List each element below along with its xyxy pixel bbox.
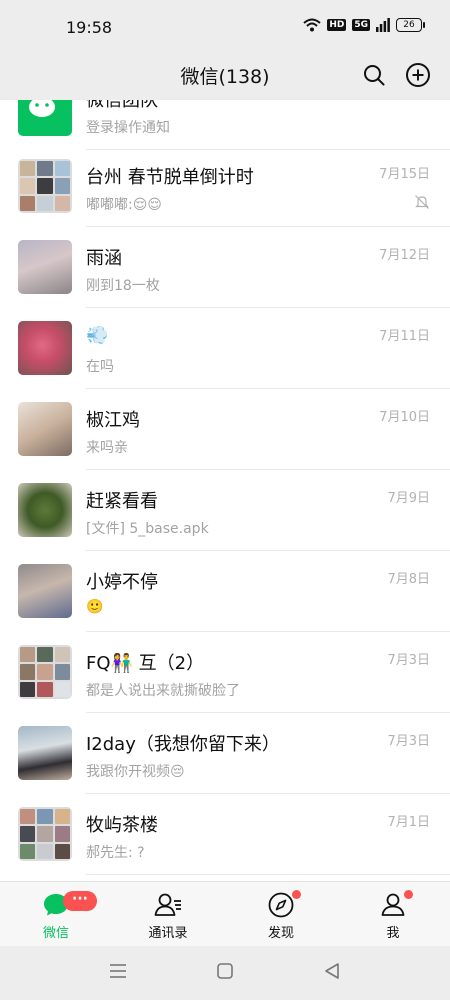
- chat-preview: 嘟嘟嘟:😌😌: [86, 197, 162, 213]
- chat-name: 赶紧看看: [86, 491, 158, 512]
- network-icon: 5G: [352, 19, 370, 31]
- tab-chats[interactable]: ··· 微信: [0, 882, 112, 947]
- chat-row[interactable]: I2day（我想你留下来） 我跟你开视频😔 7月3日: [0, 713, 450, 794]
- back-icon[interactable]: [323, 962, 341, 980]
- chat-preview: [文件] 5_base.apk: [86, 521, 209, 537]
- group-avatar: [18, 807, 72, 861]
- add-button[interactable]: [404, 61, 432, 89]
- chat-row[interactable]: 台州 春节脱单倒计时 嘟嘟嘟:😌😌 7月15日: [0, 146, 450, 227]
- group-avatar: [18, 645, 72, 699]
- signal-icon: [376, 18, 390, 32]
- avatar: [18, 483, 72, 537]
- bottom-tab-bar: ··· 微信 通讯录 发现 我: [0, 881, 450, 946]
- chat-preview: 我跟你开视频😔: [86, 764, 185, 780]
- chat-preview: 刚到18一枚: [86, 278, 160, 294]
- chat-preview: 都是人说出来就撕破脸了: [86, 683, 240, 699]
- group-avatar: [18, 159, 72, 213]
- chat-row[interactable]: FQ👫 互（2） 都是人说出来就撕破脸了 7月3日: [0, 632, 450, 713]
- chat-preview: 登录操作通知: [86, 120, 170, 136]
- chat-row[interactable]: 牧屿茶楼 郝先生: ? 7月1日: [0, 794, 450, 875]
- chat-preview: 🙂: [86, 599, 104, 615]
- search-button[interactable]: [360, 61, 388, 89]
- chat-preview: 郝先生: ?: [86, 845, 145, 861]
- status-bar: 19:58 HD 5G 26: [0, 0, 450, 50]
- chat-date: 7月1日: [387, 815, 430, 830]
- chat-name: I2day（我想你留下来）: [86, 734, 280, 755]
- chat-date: 7月12日: [379, 248, 430, 263]
- chat-date: 7月15日: [379, 167, 430, 182]
- chat-name: 雨涵: [86, 248, 122, 269]
- chat-name: 💨: [86, 325, 109, 346]
- chat-name: 牧屿茶楼: [86, 815, 158, 836]
- chat-preview: 来吗亲: [86, 440, 128, 456]
- system-navigation-bar: [0, 946, 450, 1000]
- tab-me[interactable]: 我: [337, 882, 449, 947]
- chat-list[interactable]: 微信团队 登录操作通知 台州 春节脱单倒计时 嘟嘟嘟:😌😌 7月15日 雨涵 刚…: [0, 100, 450, 881]
- avatar: [18, 240, 72, 294]
- chat-row[interactable]: 雨涵 刚到18一枚 7月12日: [0, 227, 450, 308]
- contacts-icon: [154, 893, 181, 916]
- hd-icon: HD: [327, 19, 347, 31]
- header: 微信(138): [0, 50, 450, 100]
- tab-label: 发现: [267, 926, 294, 941]
- avatar: [18, 564, 72, 618]
- avatar: [18, 100, 72, 136]
- chat-row[interactable]: 赶紧看看 [文件] 5_base.apk 7月9日: [0, 470, 450, 551]
- tab-contacts[interactable]: 通讯录: [112, 882, 224, 947]
- status-icons: HD 5G 26: [303, 18, 425, 32]
- avatar: [18, 321, 72, 375]
- tab-label: 微信: [42, 926, 69, 941]
- chat-row[interactable]: 小婷不停 🙂 7月8日: [0, 551, 450, 632]
- chat-name: 台州 春节脱单倒计时: [86, 167, 254, 188]
- chat-date: 7月9日: [387, 491, 430, 506]
- notification-dot: [292, 890, 301, 899]
- chat-date: 7月8日: [387, 572, 430, 587]
- chat-row[interactable]: 💨 在吗 7月11日: [0, 308, 450, 389]
- mute-bell-icon: [415, 195, 429, 209]
- chat-date: 7月11日: [379, 329, 430, 344]
- chat-preview: 在吗: [86, 359, 114, 375]
- avatar: [18, 726, 72, 780]
- notification-dot: [404, 890, 413, 899]
- tab-label: 我: [386, 926, 400, 941]
- chat-date: 7月3日: [387, 653, 430, 668]
- chat-name: 小婷不停: [86, 572, 158, 593]
- wechat-logo-icon: [29, 100, 55, 117]
- chat-row-weixin-team[interactable]: 微信团队 登录操作通知: [0, 100, 450, 150]
- chat-date: 7月3日: [387, 734, 430, 749]
- chat-name: 椒江鸡: [86, 410, 140, 431]
- divider: [86, 874, 450, 875]
- unread-badge: ···: [63, 891, 97, 911]
- plus-circle-icon: [406, 63, 430, 87]
- home-icon[interactable]: [216, 962, 234, 980]
- battery-icon: 26: [396, 18, 425, 32]
- status-time: 19:58: [66, 18, 113, 37]
- search-icon: [364, 65, 385, 86]
- chat-row[interactable]: 椒江鸡 来吗亲 7月10日: [0, 389, 450, 470]
- menu-icon[interactable]: [109, 962, 127, 980]
- chat-name: FQ👫 互（2）: [86, 653, 205, 674]
- wifi-icon: [303, 18, 321, 32]
- tab-label: 通讯录: [148, 926, 188, 941]
- chat-date: 7月10日: [379, 410, 430, 425]
- chat-name: 微信团队: [86, 100, 158, 111]
- avatar: [18, 402, 72, 456]
- tab-discover[interactable]: 发现: [225, 882, 337, 947]
